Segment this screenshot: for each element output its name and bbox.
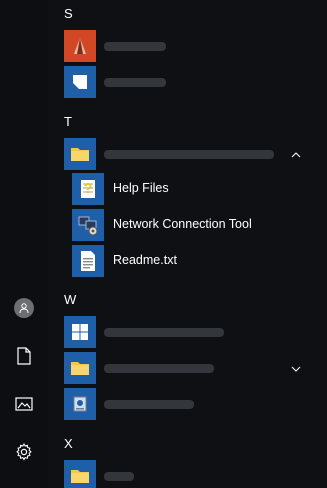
app-list-item[interactable] (48, 66, 327, 102)
svg-text:?: ? (84, 180, 93, 196)
app-list-item[interactable] (48, 388, 327, 424)
blurred-app-name (104, 42, 166, 51)
app-tile-icon (64, 66, 96, 98)
user-avatar-icon (14, 298, 34, 318)
chevron-down-icon[interactable] (289, 362, 303, 376)
section-header-x[interactable]: X (64, 436, 73, 451)
start-menu: S T ? Help Files Network Connection Tool… (0, 0, 327, 488)
folder-child-item[interactable]: Readme.txt (48, 244, 327, 278)
start-left-rail (0, 0, 48, 488)
readme-label: Readme.txt (113, 253, 177, 267)
documents-button[interactable] (8, 340, 40, 372)
folder-icon (64, 352, 96, 384)
chevron-up-icon[interactable] (289, 148, 303, 162)
text-file-icon (72, 245, 104, 277)
folder-icon (64, 460, 96, 488)
app-list-item[interactable] (48, 316, 327, 352)
folder-child-item[interactable]: Network Connection Tool (48, 208, 327, 242)
documents-icon (17, 347, 31, 365)
app-tile-icon (64, 388, 96, 420)
blurred-folder-name (104, 364, 214, 373)
blurred-folder-name (104, 150, 274, 159)
network-connection-tool-label: Network Connection Tool (113, 217, 252, 231)
section-header-w[interactable]: W (64, 292, 76, 307)
section-header-s[interactable]: S (64, 6, 73, 21)
pictures-icon (15, 397, 33, 411)
help-files-label: Help Files (113, 181, 169, 195)
help-file-icon: ? (72, 173, 104, 205)
folder-icon (64, 138, 96, 170)
blurred-app-name (104, 78, 166, 87)
pictures-button[interactable] (8, 388, 40, 420)
settings-button[interactable] (8, 436, 40, 468)
folder-list-item-expanded[interactable] (48, 138, 327, 174)
blurred-app-name (104, 472, 134, 481)
user-account-button[interactable] (8, 292, 40, 324)
folder-child-item[interactable]: ? Help Files (48, 172, 327, 206)
section-header-t[interactable]: T (64, 114, 72, 129)
settings-icon (16, 443, 32, 461)
windows-logo-icon (64, 316, 96, 348)
app-list-item[interactable] (48, 30, 327, 66)
blurred-app-name (104, 400, 194, 409)
folder-list-item-collapsed[interactable] (48, 352, 327, 388)
app-list-item[interactable] (48, 460, 327, 488)
network-tool-icon (72, 209, 104, 241)
app-tile-icon (64, 30, 96, 62)
blurred-app-name (104, 328, 224, 337)
